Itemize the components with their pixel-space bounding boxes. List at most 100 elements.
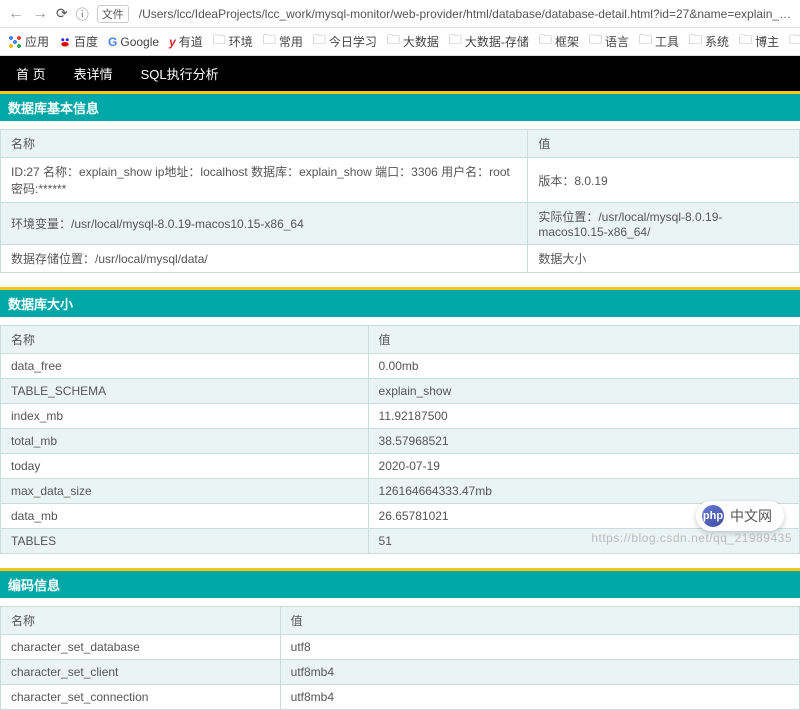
bookmark-item[interactable]: 🗀博主	[739, 31, 779, 53]
folder-icon: 🗀	[539, 31, 552, 53]
bookmark-item[interactable]: 🗀大数据-存储	[449, 31, 529, 53]
folder-icon: 🗀	[739, 31, 752, 53]
bookmark-item[interactable]: 🗀常用	[263, 31, 303, 53]
bookmark-label: 常用	[279, 33, 303, 50]
nav-sql-analysis[interactable]: SQL执行分析	[141, 64, 219, 83]
bookmark-item[interactable]: 🗀框架	[539, 31, 579, 53]
cell-name: index_mb	[1, 404, 369, 429]
table-row: data_free0.00mb	[1, 354, 800, 379]
table-row: TABLE_SCHEMAexplain_show	[1, 379, 800, 404]
cell-value: 版本：8.0.19	[528, 158, 800, 203]
cell-name: today	[1, 454, 369, 479]
folder-icon: 🗀	[639, 31, 652, 53]
back-button[interactable]: ←	[8, 5, 24, 23]
table-row: today2020-07-19	[1, 454, 800, 479]
encoding-table: 名称 值 character_set_databaseutf8 characte…	[0, 606, 800, 710]
folder-icon: 🗀	[449, 31, 462, 53]
cell-name: max_data_size	[1, 479, 369, 504]
section-header-basic-info: 数据库基本信息	[0, 91, 800, 121]
table-row: index_mb11.92187500	[1, 404, 800, 429]
table-row: ID:27 名称：explain_show ip地址：localhost 数据库…	[1, 158, 800, 203]
table-row: TABLES51	[1, 529, 800, 554]
cell-name: character_set_database	[1, 635, 281, 660]
col-value: 值	[368, 326, 799, 354]
bookmark-item[interactable]: G Google	[108, 35, 159, 49]
folder-icon: 🗀	[313, 31, 326, 53]
section-header-db-size: 数据库大小	[0, 287, 800, 317]
cell-name: 数据存储位置：/usr/local/mysql/data/	[1, 245, 528, 273]
bookmark-item[interactable]: 🗀语言	[589, 31, 629, 53]
bookmark-label: 博主	[755, 33, 779, 50]
folder-icon: 🗀	[689, 31, 702, 53]
nav-table-detail[interactable]: 表详情	[74, 64, 113, 83]
table-row: 数据存储位置：/usr/local/mysql/data/数据大小	[1, 245, 800, 273]
bookmark-item[interactable]: 🗀数据库	[789, 31, 800, 53]
cell-value: utf8	[280, 635, 799, 660]
reload-button[interactable]: ⟳	[56, 5, 68, 22]
nav-home[interactable]: 首 页	[16, 64, 46, 83]
forward-button[interactable]: →	[32, 5, 48, 23]
col-value: 值	[528, 130, 800, 158]
bookmark-label: 框架	[555, 33, 579, 50]
cell-name: TABLE_SCHEMA	[1, 379, 369, 404]
cell-name: character_set_client	[1, 660, 281, 685]
cell-value: 11.92187500	[368, 404, 799, 429]
cell-value: 51	[368, 529, 799, 554]
col-name: 名称	[1, 130, 528, 158]
folder-icon: 🗀	[263, 31, 276, 53]
url-scheme-badge: 文件	[97, 5, 129, 23]
table-row: character_set_connectionutf8mb4	[1, 685, 800, 710]
db-size-table: 名称 值 data_free0.00mb TABLE_SCHEMAexplain…	[0, 325, 800, 554]
bookmark-label: 工具	[655, 33, 679, 50]
bookmark-item[interactable]: 🗀系统	[689, 31, 729, 53]
cell-value: explain_show	[368, 379, 799, 404]
bookmark-label: Google	[120, 35, 159, 49]
col-name: 名称	[1, 326, 369, 354]
cell-value: utf8mb4	[280, 685, 799, 710]
top-nav: 首 页 表详情 SQL执行分析	[0, 56, 800, 91]
cell-name: 环境变量：/usr/local/mysql-8.0.19-macos10.15-…	[1, 203, 528, 245]
bookmark-label: 系统	[705, 33, 729, 50]
table-row: character_set_databaseutf8	[1, 635, 800, 660]
cell-name: total_mb	[1, 429, 369, 454]
apps-button[interactable]: 应用	[8, 33, 49, 50]
cell-name: data_free	[1, 354, 369, 379]
bookmark-item[interactable]: 🗀今日学习	[313, 31, 377, 53]
bookmark-item[interactable]: 🗀环境	[213, 31, 253, 53]
google-icon: G	[108, 35, 117, 49]
cell-value: 38.57968521	[368, 429, 799, 454]
page-content: 数据库基本信息 名称 值 ID:27 名称：explain_show ip地址：…	[0, 91, 800, 710]
table-row: total_mb38.57968521	[1, 429, 800, 454]
apps-label: 应用	[25, 33, 49, 50]
table-row: character_set_clientutf8mb4	[1, 660, 800, 685]
folder-icon: 🗀	[789, 31, 800, 53]
folder-icon: 🗀	[589, 31, 602, 53]
col-name: 名称	[1, 607, 281, 635]
baidu-icon	[59, 36, 71, 48]
bookmark-item[interactable]: 百度	[59, 33, 98, 50]
cell-name: data_mb	[1, 504, 369, 529]
cell-value: 0.00mb	[368, 354, 799, 379]
cell-value: 2020-07-19	[368, 454, 799, 479]
bookmark-label: 百度	[74, 33, 98, 50]
bookmark-item[interactable]: 🗀工具	[639, 31, 679, 53]
bookmarks-bar: 应用 百度 G Google y 有道 🗀环境 🗀常用 🗀今日学习 🗀大数据 🗀…	[0, 28, 800, 56]
info-icon[interactable]: ⓘ	[76, 4, 89, 23]
browser-address-bar: ← → ⟳ ⓘ 文件 /Users/lcc/IdeaProjects/lcc_w…	[0, 0, 800, 28]
bookmark-item[interactable]: 🗀大数据	[387, 31, 439, 53]
bookmark-label: 有道	[179, 33, 203, 50]
cell-value: 数据大小	[528, 245, 800, 273]
apps-icon	[8, 35, 22, 49]
cell-name: character_set_connection	[1, 685, 281, 710]
url-text[interactable]: /Users/lcc/IdeaProjects/lcc_work/mysql-m…	[139, 7, 792, 21]
bookmark-label: 环境	[229, 33, 253, 50]
table-row: data_mb26.65781021	[1, 504, 800, 529]
bookmark-label: 大数据	[403, 33, 439, 50]
bookmark-item[interactable]: y 有道	[169, 33, 203, 50]
section-header-encoding: 编码信息	[0, 568, 800, 598]
bookmark-label: 大数据-存储	[465, 33, 529, 50]
bookmark-label: 语言	[605, 33, 629, 50]
cell-value: utf8mb4	[280, 660, 799, 685]
table-row: max_data_size126164664333.47mb	[1, 479, 800, 504]
youdao-icon: y	[169, 35, 176, 49]
